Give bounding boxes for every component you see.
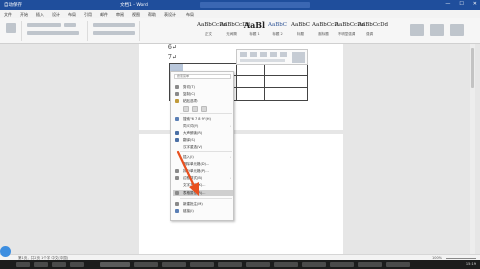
taskbar-app[interactable] bbox=[34, 262, 48, 267]
scrollbar-thumb[interactable] bbox=[471, 48, 474, 88]
taskbar-app[interactable] bbox=[134, 262, 158, 267]
taskbar-app[interactable] bbox=[52, 262, 66, 267]
taskbar-app[interactable] bbox=[190, 262, 214, 267]
taskbar-app-word[interactable] bbox=[100, 262, 130, 267]
floating-assistant-icon[interactable] bbox=[0, 246, 11, 257]
taskbar-app[interactable] bbox=[330, 262, 354, 267]
taskbar-app[interactable] bbox=[386, 262, 410, 267]
zoom-slider[interactable] bbox=[446, 257, 476, 259]
taskbar-app[interactable] bbox=[246, 262, 270, 267]
taskbar-app[interactable] bbox=[16, 262, 30, 267]
taskbar-app[interactable] bbox=[218, 262, 242, 267]
taskbar-app[interactable] bbox=[70, 262, 84, 267]
taskbar-app[interactable] bbox=[302, 262, 326, 267]
taskbar-app[interactable] bbox=[162, 262, 186, 267]
taskbar-app[interactable] bbox=[274, 262, 298, 267]
pointer-arrow bbox=[176, 150, 199, 196]
taskbar-clock: 15:19 bbox=[465, 262, 476, 266]
taskbar-app[interactable] bbox=[358, 262, 382, 267]
taskbar: 15:19 bbox=[0, 260, 480, 269]
vertical-scrollbar[interactable] bbox=[470, 44, 475, 254]
